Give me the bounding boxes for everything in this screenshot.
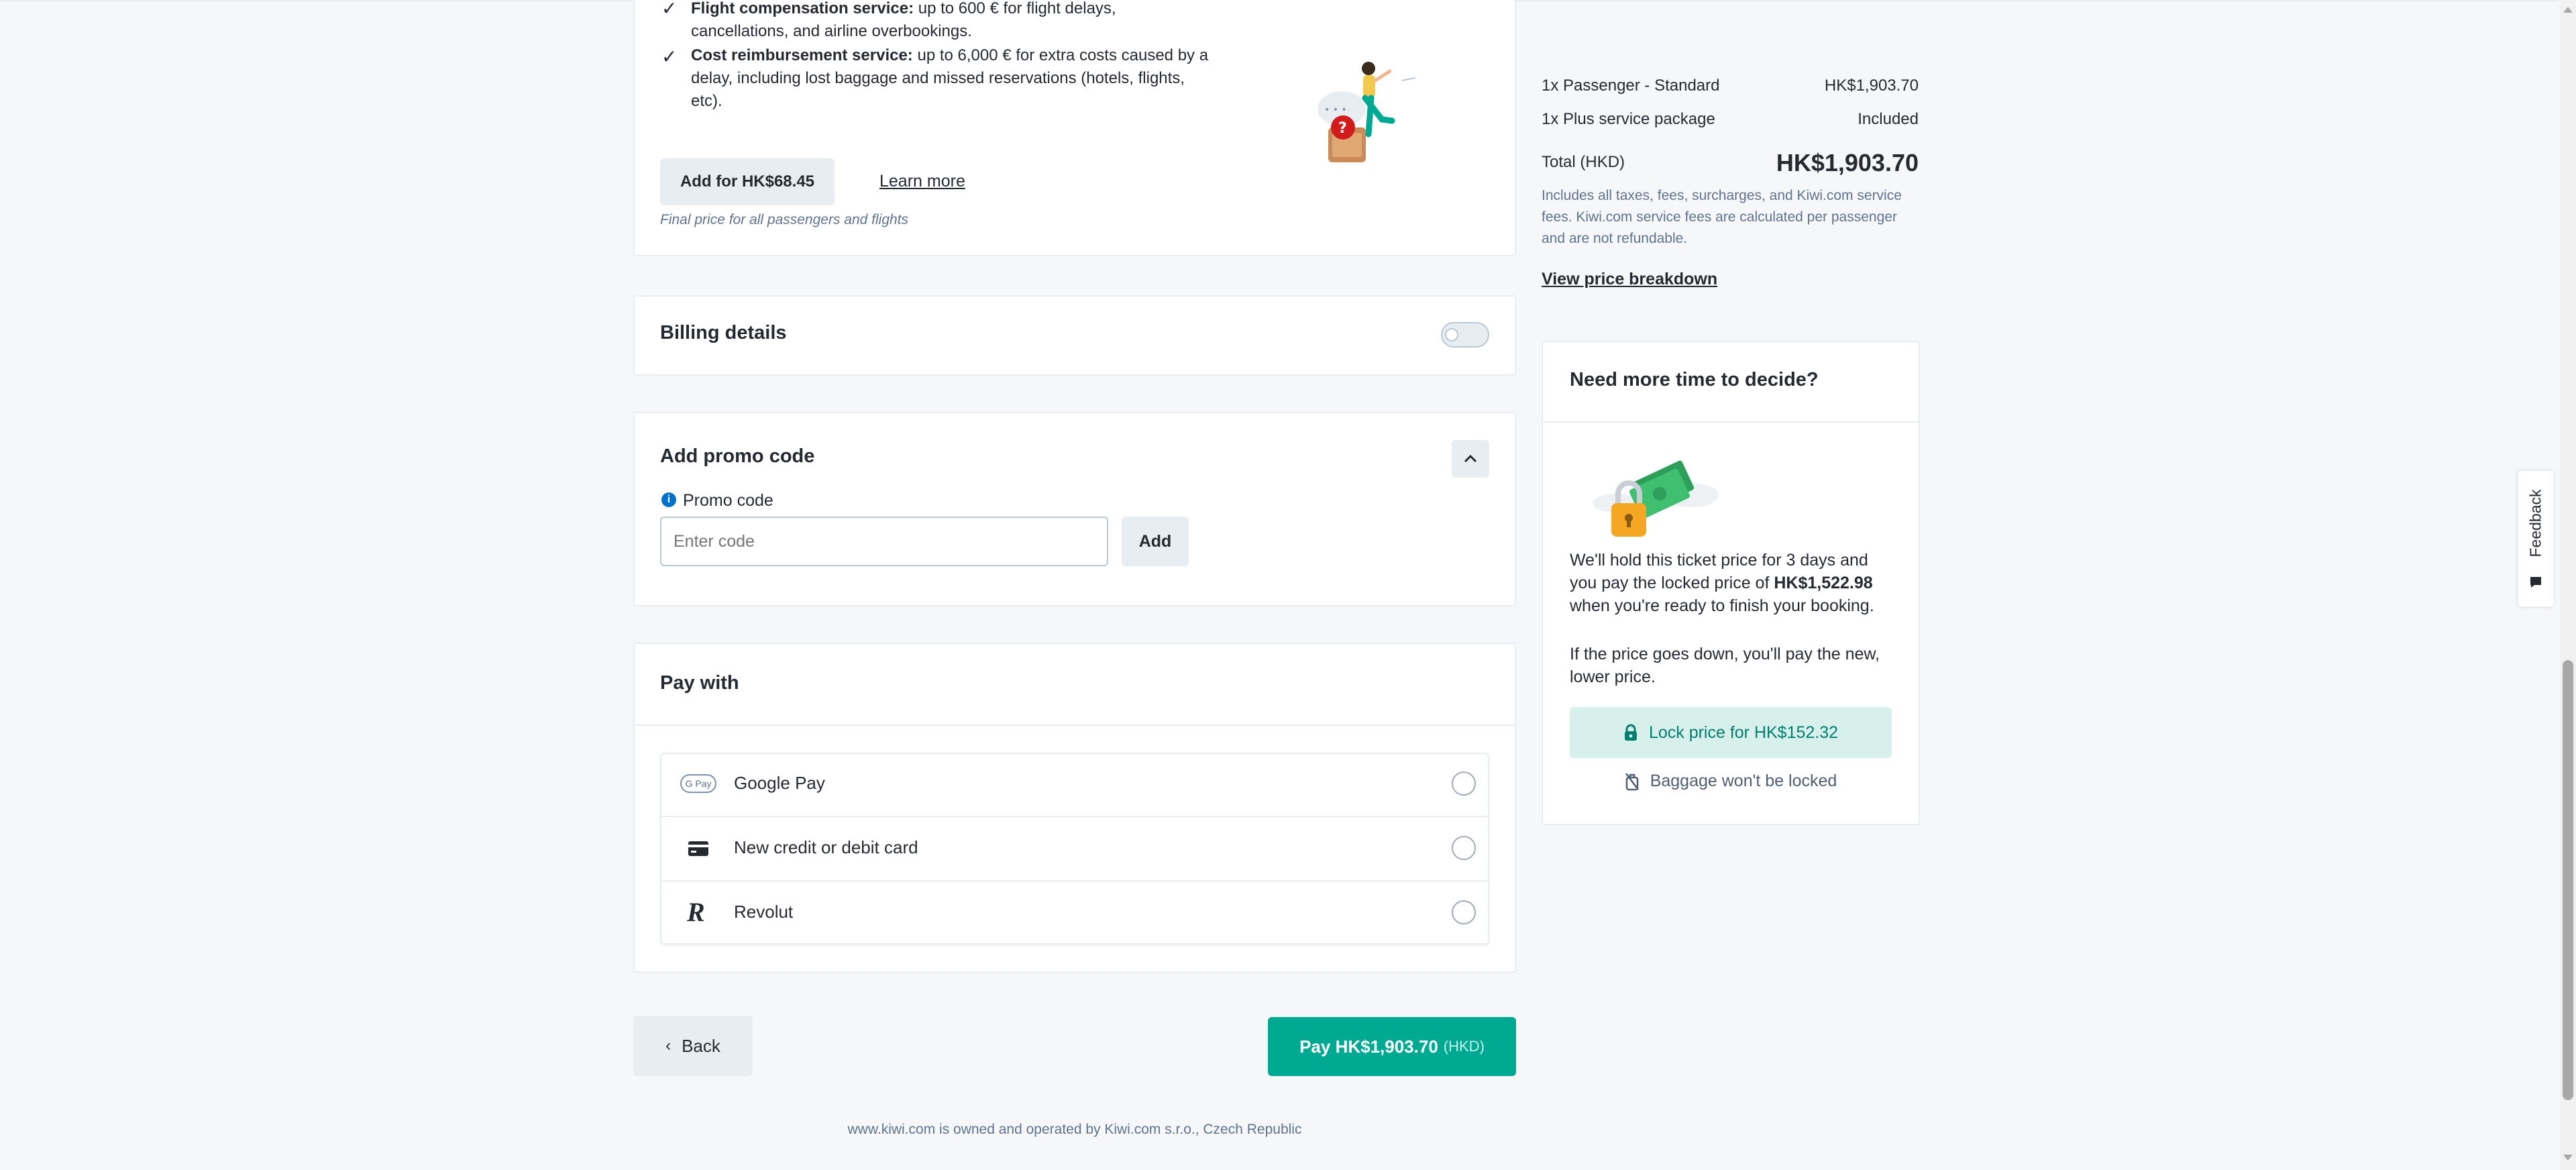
feedback-tab[interactable]: Feedback — [2517, 470, 2553, 608]
pay-with-title: Pay with — [660, 672, 739, 694]
price-lock-divider — [1543, 421, 1919, 423]
billing-title: Billing details — [660, 322, 787, 343]
payment-option-label: New credit or debit card — [734, 837, 918, 857]
benefit-title: Cost reimbursement service: — [691, 46, 913, 64]
lock-icon — [1624, 724, 1637, 741]
feedback-label: Feedback — [2526, 489, 2544, 557]
scroll-up-arrow-icon[interactable] — [2563, 5, 2573, 13]
baggage-note: Baggage won't be locked — [1570, 772, 1892, 791]
payment-option-label: Revolut — [734, 902, 794, 922]
baggage-icon — [1625, 772, 1639, 790]
back-button[interactable]: ‹ Back — [633, 1016, 753, 1076]
pay-button[interactable]: Pay HK$1,903.70 (HKD) — [1268, 1017, 1516, 1076]
benefit-title: Flight compensation service: — [691, 0, 914, 17]
radio-button[interactable] — [1452, 900, 1476, 924]
summary-note: Includes all taxes, fees, surcharges, an… — [1542, 188, 1902, 246]
scrollbar-thumb[interactable] — [2563, 660, 2573, 1100]
summary-row-passenger: 1x Passenger - Standard HK$1,903.70 — [1542, 76, 1919, 95]
scrollbar[interactable] — [2560, 0, 2576, 1170]
final-price-note: Final price for all passengers and fligh… — [660, 212, 909, 227]
revolut-icon: R — [687, 897, 705, 927]
check-icon: ✓ — [661, 46, 678, 67]
info-icon: i — [661, 492, 676, 507]
pay-currency: (HKD) — [1443, 1038, 1485, 1055]
google-pay-icon: G Pay — [680, 774, 716, 793]
promo-add-button[interactable]: Add — [1122, 517, 1189, 566]
price-breakdown-link[interactable]: View price breakdown — [1542, 270, 1717, 289]
payment-option-google-pay[interactable]: G Pay Google Pay — [660, 753, 1489, 817]
pay-label: Pay HK$1,903.70 — [1299, 1036, 1438, 1057]
benefit-compensation: Flight compensation service: up to 600 €… — [691, 0, 1214, 43]
chevron-up-icon — [1464, 454, 1477, 463]
benefit-reimbursement: Cost reimbursement service: up to 6,000 … — [691, 44, 1214, 113]
summary-value: Included — [1858, 110, 1919, 128]
lock-price-button[interactable]: Lock price for HK$152.32 — [1570, 707, 1892, 758]
payment-option-label: Google Pay — [734, 773, 825, 793]
total-label: Total (HKD) — [1542, 153, 1625, 171]
price-lock-text-2: when you're ready to finish your booking… — [1570, 596, 1874, 615]
chevron-left-icon: ‹ — [665, 1036, 672, 1055]
toggle-knob — [1445, 328, 1458, 341]
back-label: Back — [682, 1035, 720, 1056]
pay-with-divider — [635, 725, 1515, 726]
learn-more-link[interactable]: Learn more — [879, 172, 965, 191]
price-lock-text-3: If the price goes down, you'll pay the n… — [1570, 645, 1880, 686]
total-value: HK$1,903.70 — [1776, 149, 1919, 176]
credit-card-icon — [688, 841, 708, 856]
add-insurance-button[interactable]: Add for HK$68.45 — [660, 158, 835, 205]
footer-text: www.kiwi.com is owned and operated by Ki… — [847, 1122, 1302, 1137]
promo-code-input[interactable] — [660, 517, 1108, 566]
payment-option-card[interactable]: New credit or debit card — [660, 817, 1489, 882]
check-icon: ✓ — [661, 0, 678, 19]
radio-button[interactable] — [1452, 772, 1476, 796]
summary-row-service: 1x Plus service package Included — [1542, 110, 1919, 129]
summary-value: HK$1,903.70 — [1824, 76, 1919, 95]
summary-label: 1x Plus service package — [1542, 110, 1715, 128]
traveler-illustration: • • • ? — [1318, 62, 1416, 162]
promo-title: Add promo code — [660, 445, 815, 467]
locked-price: HK$1,522.98 — [1774, 574, 1873, 592]
billing-toggle[interactable] — [1441, 322, 1489, 348]
svg-text:?: ? — [1338, 120, 1347, 137]
promo-field-label: Promo code — [683, 491, 773, 510]
collapse-button[interactable] — [1452, 440, 1489, 478]
summary-label: 1x Passenger - Standard — [1542, 76, 1720, 95]
price-lock-text: We'll hold this ticket price for 3 days … — [1570, 549, 1898, 617]
price-lock-title: Need more time to decide? — [1570, 369, 1819, 390]
svg-text:• • •: • • • — [1324, 105, 1347, 115]
feedback-icon — [2530, 577, 2541, 588]
payment-option-revolut[interactable]: R Revolut — [660, 882, 1489, 946]
lock-price-label: Lock price for HK$152.32 — [1648, 723, 1839, 742]
scroll-down-arrow-icon[interactable] — [2563, 1154, 2573, 1162]
money-lock-illustration — [1593, 460, 1719, 537]
baggage-note-label: Baggage won't be locked — [1650, 772, 1837, 790]
radio-button[interactable] — [1452, 836, 1476, 860]
